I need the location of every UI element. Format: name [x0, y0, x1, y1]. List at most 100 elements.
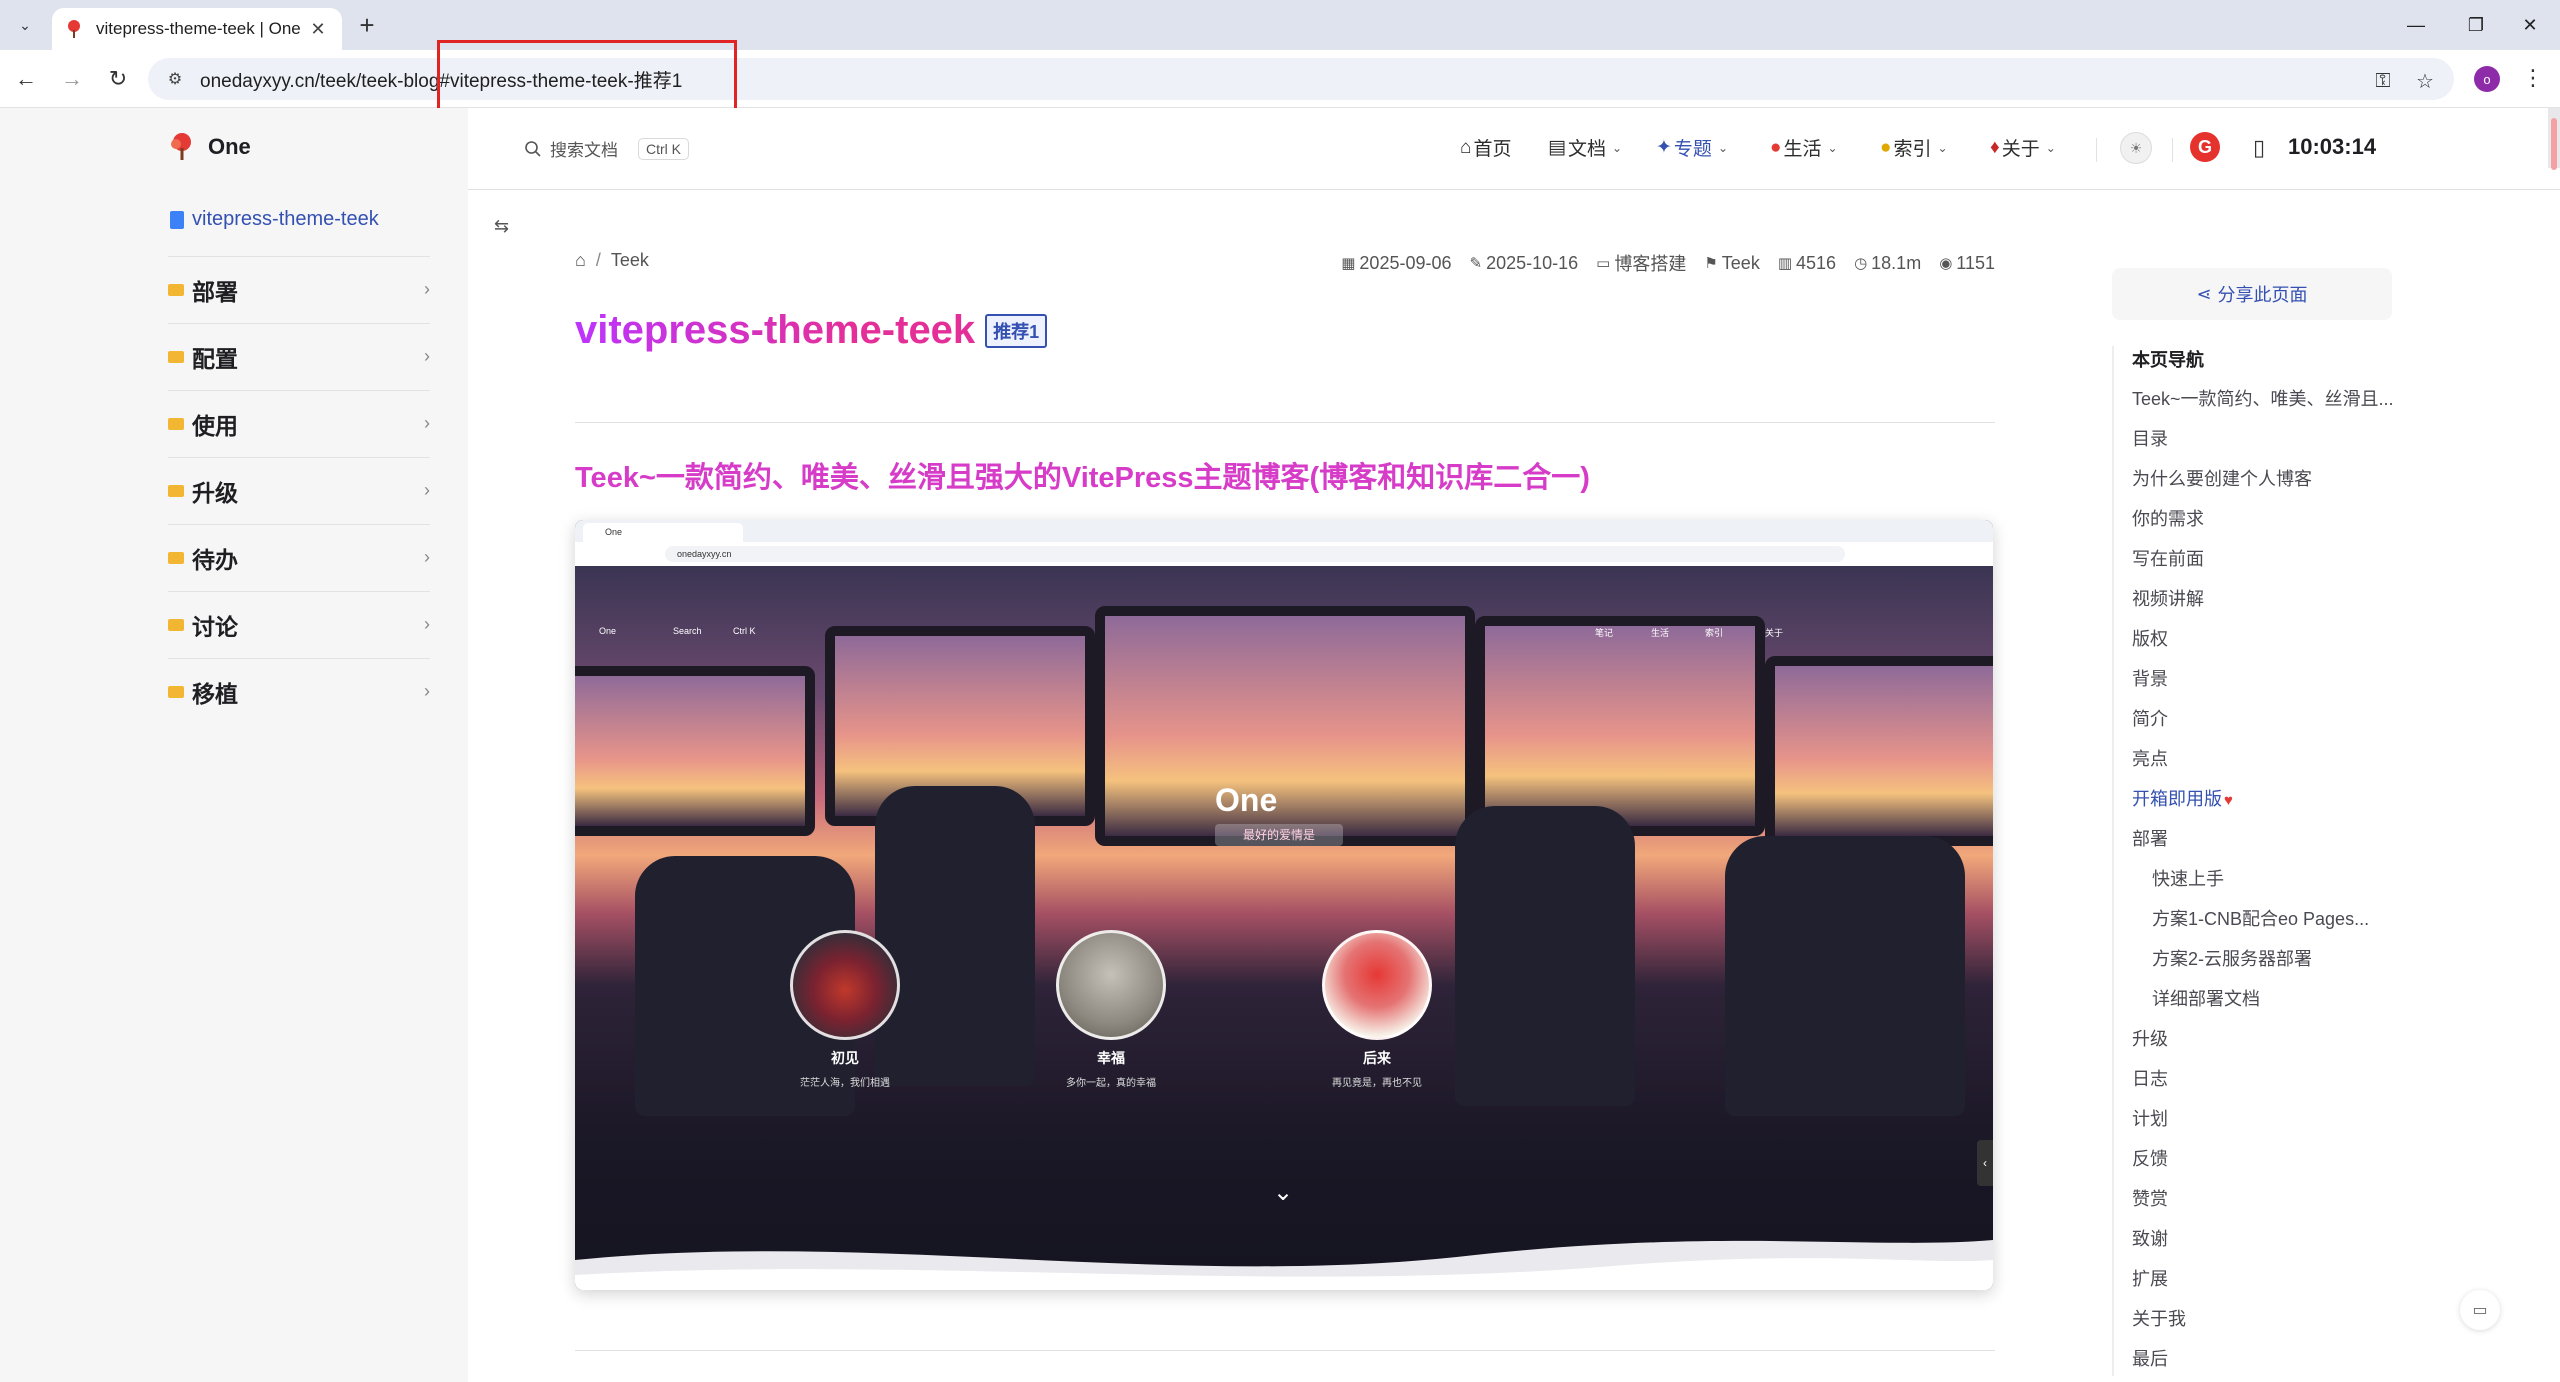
nav-topic[interactable]: ✦ 专题 ⌄: [1656, 134, 1728, 161]
outline-item[interactable]: 升级: [2132, 1026, 2422, 1066]
outline-item[interactable]: 反馈: [2132, 1146, 2422, 1186]
close-window-button[interactable]: ✕: [2500, 0, 2560, 50]
outline-item[interactable]: 为什么要创建个人博客: [2132, 466, 2422, 506]
nav-label: 文档: [1567, 139, 1606, 160]
outline-item[interactable]: 扩展: [2132, 1266, 2422, 1306]
share-label: 分享此页面: [2217, 285, 2308, 305]
outline-item[interactable]: 详细部署文档: [2132, 986, 2422, 1026]
train-window: [1765, 656, 1993, 846]
outline-item[interactable]: 致谢: [2132, 1226, 2422, 1266]
outline-item[interactable]: 赞赏: [2132, 1186, 2422, 1226]
sidebar-item-usage[interactable]: 使用 ›: [168, 390, 430, 457]
outline-item[interactable]: 日志: [2132, 1066, 2422, 1106]
outline-item[interactable]: 写在前面: [2132, 546, 2422, 586]
created-date-text: 2025-09-06: [1359, 252, 1452, 273]
breadcrumb-home-icon[interactable]: ⌂: [575, 250, 586, 271]
outline-item[interactable]: 背景: [2132, 666, 2422, 706]
divider: [575, 422, 1995, 423]
chevron-right-icon: ›: [424, 279, 430, 299]
view-count: ◉ 1151: [1939, 253, 1995, 274]
breadcrumb-item[interactable]: Teek: [611, 250, 649, 271]
chevron-down-icon: ⌄: [1611, 140, 1623, 155]
scrollbar-thumb[interactable]: [2551, 118, 2557, 170]
image-tab-title: One: [605, 527, 623, 537]
outline-item[interactable]: 部署: [2132, 826, 2422, 866]
calendar-icon: ▦: [1341, 255, 1356, 272]
outline-item-label: 开箱即用版: [2132, 789, 2222, 809]
train-window: [1475, 616, 1765, 836]
outline-item[interactable]: 目录: [2132, 426, 2422, 466]
comment-icon[interactable]: ▭: [2460, 1290, 2500, 1330]
reload-button[interactable]: ↻: [102, 63, 134, 95]
divider: [575, 1350, 1995, 1351]
collapse-sidebar-icon[interactable]: ⇆: [494, 216, 509, 237]
outline-item[interactable]: 快速上手: [2132, 866, 2422, 906]
restore-button[interactable]: ❐: [2446, 0, 2506, 50]
nav-home[interactable]: ⌂ 首页: [1460, 134, 1512, 161]
chevron-down-icon: ⌄: [2045, 140, 2056, 155]
search-button[interactable]: 搜索文档 Ctrl K: [524, 136, 689, 161]
nav-about[interactable]: ♦ 关于 ⌄: [1990, 134, 2056, 161]
sidebar-item-deploy[interactable]: 部署 ›: [168, 256, 430, 323]
reading-mode-icon[interactable]: ▯: [2244, 134, 2274, 162]
browser-menu-icon[interactable]: ⋮: [2518, 63, 2548, 93]
image-nav-item: 生活: [1651, 628, 1670, 638]
sidebar-item-port[interactable]: 移植 ›: [168, 658, 430, 725]
site-info-icon[interactable]: ⚙: [164, 68, 186, 90]
outline-item[interactable]: 亮点: [2132, 746, 2422, 786]
outline-item[interactable]: 关于我: [2132, 1306, 2422, 1346]
image-search-shortcut: Ctrl K: [733, 626, 756, 636]
nav-index[interactable]: ● 索引 ⌄: [1880, 134, 1948, 161]
tag-link[interactable]: ⚑ Teek: [1704, 253, 1759, 274]
share-page-button[interactable]: ⋖ 分享此页面: [2112, 268, 2392, 320]
nav-label: 关于: [2001, 139, 2040, 160]
chevron-right-icon: ›: [424, 614, 430, 634]
outline-item[interactable]: 版权: [2132, 626, 2422, 666]
tab-close-icon[interactable]: ✕: [306, 17, 330, 41]
hero-card: 后来 再见竟是，再也不见: [1307, 930, 1447, 1089]
nav-docs[interactable]: ▤ 文档 ⌄: [1548, 134, 1622, 161]
gitee-icon[interactable]: G: [2190, 132, 2220, 162]
sidebar-item-discuss[interactable]: 讨论 ›: [168, 591, 430, 658]
new-tab-button[interactable]: +: [352, 10, 382, 40]
site-logo[interactable]: One: [168, 132, 251, 162]
bookmark-star-icon[interactable]: ☆: [2410, 66, 2440, 96]
topic-icon: ✦: [1656, 137, 1672, 158]
search-placeholder: 搜索文档: [550, 141, 618, 160]
outline-item[interactable]: 最后: [2132, 1346, 2422, 1382]
nav-label: 首页: [1473, 139, 1512, 160]
outline-item[interactable]: 方案2-云服务器部署: [2132, 946, 2422, 986]
site-navbar: 搜索文档 Ctrl K ⌂ 首页 ▤ 文档 ⌄ ✦ 专题 ⌄ ● 生活 ⌄ ● …: [468, 108, 2560, 190]
card-desc: 再见竟是，再也不见: [1332, 1078, 1422, 1089]
back-button[interactable]: ←: [10, 63, 42, 95]
outline-item[interactable]: 视频讲解: [2132, 586, 2422, 626]
profile-avatar[interactable]: o: [2474, 66, 2500, 92]
minimize-button[interactable]: —: [2386, 0, 2446, 50]
tab-search-button[interactable]: ⌄: [10, 10, 40, 40]
sidebar-item-config[interactable]: 配置 ›: [168, 323, 430, 390]
forward-button[interactable]: →: [56, 63, 88, 95]
tab-title: vitepress-theme-teek | One: [96, 19, 301, 38]
theme-toggle-icon[interactable]: ☀: [2120, 132, 2152, 164]
outline-item[interactable]: Teek~一款简约、唯美、丝滑且...: [2132, 386, 2422, 426]
outline-item[interactable]: 方案1-CNB配合eo Pages...: [2132, 906, 2422, 946]
sidebar-doc-link[interactable]: vitepress-theme-teek: [170, 208, 379, 231]
title-row: vitepress-theme-teek 推荐1: [575, 308, 1048, 353]
sidebar-item-label: 配置: [192, 345, 238, 372]
sidebar-item-todo[interactable]: 待办 ›: [168, 524, 430, 591]
sidebar-item-upgrade[interactable]: 升级 ›: [168, 457, 430, 524]
outline-item[interactable]: 计划: [2132, 1106, 2422, 1146]
hero-card: 初见 茫茫人海，我们相遇: [775, 930, 915, 1089]
browser-tab-active[interactable]: vitepress-theme-teek | One ✕: [52, 8, 342, 50]
outline-item-active[interactable]: 开箱即用版 ♥: [2132, 786, 2422, 826]
password-key-icon[interactable]: ⚿: [2368, 66, 2398, 96]
browser-tabbar: ⌄ vitepress-theme-teek | One ✕ + — ❐ ✕: [0, 0, 2560, 50]
section-heading[interactable]: Teek~一款简约、唯美、丝滑且强大的VitePress主题博客(博客和知识库二…: [575, 454, 1590, 496]
category-link[interactable]: ▭ 博客搭建: [1596, 250, 1686, 276]
nav-divider: [2172, 138, 2173, 162]
outline-item[interactable]: 简介: [2132, 706, 2422, 746]
outline-item[interactable]: 你的需求: [2132, 506, 2422, 546]
nav-life[interactable]: ● 生活 ⌄: [1770, 134, 1838, 161]
folder-icon: [168, 283, 184, 296]
address-bar[interactable]: ⚙ onedayxyy.cn/teek/teek-blog#vitepress-…: [148, 58, 2454, 100]
